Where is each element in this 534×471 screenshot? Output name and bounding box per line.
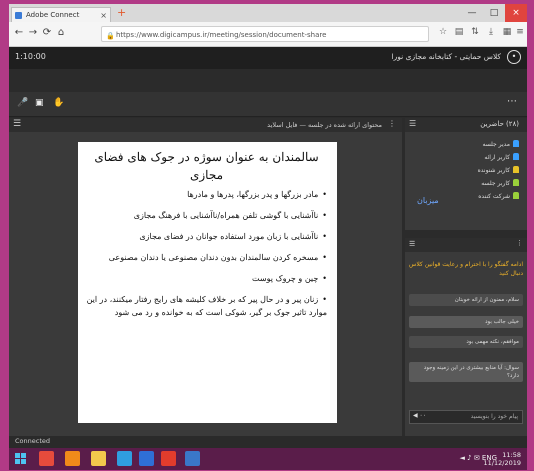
- chat-message: سوال: آیا منابع بیشتری در این زمینه وجود…: [409, 362, 523, 382]
- reload-button[interactable]: ⟳: [41, 27, 53, 38]
- meeting-title: کلاس حمایتی - کتابخانه مجازی نورا: [391, 52, 501, 61]
- person-icon: [513, 179, 519, 186]
- photoshop-icon[interactable]: [185, 451, 200, 466]
- chat-audio-label[interactable]: ◀ ۰۰: [413, 412, 426, 419]
- home-button[interactable]: ⌂: [55, 27, 67, 38]
- windows-start-icon[interactable]: [15, 453, 27, 465]
- slide-bullet: مادر بزرگها و پدر بزرگها، پدرها و مادرها: [86, 188, 327, 201]
- pod-options-icon[interactable]: ⋮: [388, 119, 396, 128]
- host-label: میزبان: [417, 196, 439, 205]
- chat-options-icon[interactable]: ⋮: [516, 239, 523, 247]
- app-header: 1:10:00 کلاس حمایتی - کتابخانه مجازی نور…: [9, 47, 527, 69]
- person-icon: [513, 153, 519, 160]
- taskbar-clock[interactable]: 11:58 11/12/2019: [484, 451, 521, 467]
- status-bar: Connected: [9, 436, 527, 448]
- sync-icon[interactable]: ⇅: [469, 27, 481, 37]
- hand-icon[interactable]: ✋: [53, 98, 64, 108]
- share-pod-title: محتوای ارائه شده در جلسه — فایل اسلاید: [267, 121, 382, 129]
- slide: سالمندان به عنوان سوژه در جوک های فضای م…: [78, 142, 337, 423]
- slide-bullet: مسخره کردن سالمندان بدون دندان مصنوعی یا…: [86, 251, 327, 264]
- person-icon: [513, 166, 519, 173]
- status-text: Connected: [15, 437, 51, 445]
- chat-message: سلام، ممنون از ارائه خوبتان: [409, 294, 523, 306]
- attendees-count: (۲۸) حاضرین: [480, 120, 519, 128]
- attendee-item[interactable]: کاربر شنونده: [419, 164, 519, 177]
- pod-menu-icon[interactable]: ☰: [13, 119, 21, 129]
- maximize-button[interactable]: □: [483, 4, 505, 22]
- user-icon[interactable]: •: [507, 50, 521, 64]
- new-tab-button[interactable]: +: [117, 6, 126, 20]
- download-icon[interactable]: ⤓: [485, 27, 497, 37]
- slide-title: سالمندان به عنوان سوژه در جوک های فضای م…: [94, 150, 319, 182]
- lock-icon: 🔒: [106, 32, 115, 40]
- browser-tabbar: Adobe Connect × + — □ ×: [9, 4, 527, 22]
- person-icon: [513, 192, 519, 199]
- slide-bullet: زنان پیر و در حال پیر که بر خلاف کلیشه ه…: [86, 293, 327, 319]
- person-icon: [513, 140, 519, 147]
- attendee-item[interactable]: کاربر جلسه: [419, 177, 519, 190]
- share-pod: ☰ محتوای ارائه شده در جلسه — فایل اسلاید…: [9, 118, 402, 436]
- browser-navbar: ← → ⟳ ⌂ 🔒 https://www.digicampus.ir/meet…: [9, 22, 527, 47]
- extensions-icon[interactable]: ▦: [501, 27, 513, 37]
- microphone-icon[interactable]: 🎤: [17, 98, 28, 108]
- slide-bullet: ناآشنایی با گوشی تلفن همراه/ناآشنایی با …: [86, 209, 327, 222]
- windows-taskbar: ◄ ♪ ✉ ENG 11:58 11/12/2019: [9, 448, 527, 470]
- chrome-icon[interactable]: [39, 451, 54, 466]
- attendees-header: ☰ (۲۸) حاضرین: [405, 118, 527, 132]
- browser-tab[interactable]: Adobe Connect ×: [11, 7, 111, 22]
- session-time: 1:10:00: [15, 52, 46, 61]
- minimize-button[interactable]: —: [461, 4, 483, 22]
- attendees-list: مدیر جلسه کاربر ارائه کاربر شنونده کاربر…: [419, 138, 519, 203]
- forward-button[interactable]: →: [27, 27, 39, 38]
- firefox-icon[interactable]: [65, 451, 80, 466]
- menu-icon[interactable]: ≡: [514, 27, 526, 37]
- clock-date: 11/12/2019: [483, 459, 521, 467]
- attendees-pod: ☰ (۲۸) حاضرین مدیر جلسه کاربر ارائه کارب…: [405, 118, 527, 230]
- chat-pod: ☰ ⋮ ادامه گفتگو را با احترام و رعایت قوا…: [405, 238, 527, 436]
- word-icon[interactable]: [139, 451, 154, 466]
- url-bar[interactable]: 🔒 https://www.digicampus.ir/meeting/sess…: [101, 26, 429, 42]
- attendee-item[interactable]: کاربر ارائه: [419, 151, 519, 164]
- share-pod-header: ☰ محتوای ارائه شده در جلسه — فایل اسلاید…: [9, 118, 402, 132]
- attendee-item[interactable]: مدیر جلسه: [419, 138, 519, 151]
- adobe-icon[interactable]: [161, 451, 176, 466]
- screen-icon[interactable]: ▣: [35, 98, 44, 108]
- slide-bullet: ناآشنایی با زبان مورد استفاده جوانان در …: [86, 230, 327, 243]
- chat-message: خیلی جالب بود: [409, 316, 523, 328]
- chat-input[interactable]: پیام خود را بنویسید: [409, 410, 523, 424]
- explorer-icon[interactable]: [91, 451, 106, 466]
- back-button[interactable]: ←: [13, 27, 25, 38]
- chat-menu-icon[interactable]: ☰: [409, 240, 415, 248]
- favicon-icon: [15, 12, 22, 19]
- tab-title: Adobe Connect: [26, 11, 80, 19]
- slide-bullet: چین و چروک پوست: [86, 272, 327, 285]
- more-options-icon[interactable]: ⋯: [507, 96, 517, 107]
- app-toolbar: 🎤 ▣ ✋ ⋯: [9, 92, 527, 117]
- media-icon[interactable]: [117, 451, 132, 466]
- close-tab-icon[interactable]: ×: [100, 8, 107, 22]
- bookmark-icon[interactable]: ☆: [437, 27, 449, 37]
- clock-time: 11:58: [502, 451, 521, 459]
- close-window-button[interactable]: ×: [505, 4, 527, 22]
- library-icon[interactable]: ▤: [453, 27, 465, 37]
- chat-message: موافقم، نکته مهمی بود: [409, 336, 523, 348]
- chat-notice: ادامه گفتگو را با احترام و رعایت قوانین …: [409, 261, 523, 277]
- screen: Adobe Connect × + — □ × ← → ⟳ ⌂ 🔒 https:…: [9, 4, 527, 470]
- chat-header: ☰ ⋮: [405, 238, 527, 252]
- attendees-menu-icon[interactable]: ☰: [409, 119, 416, 128]
- url-text: https://www.digicampus.ir/meeting/sessio…: [116, 31, 327, 39]
